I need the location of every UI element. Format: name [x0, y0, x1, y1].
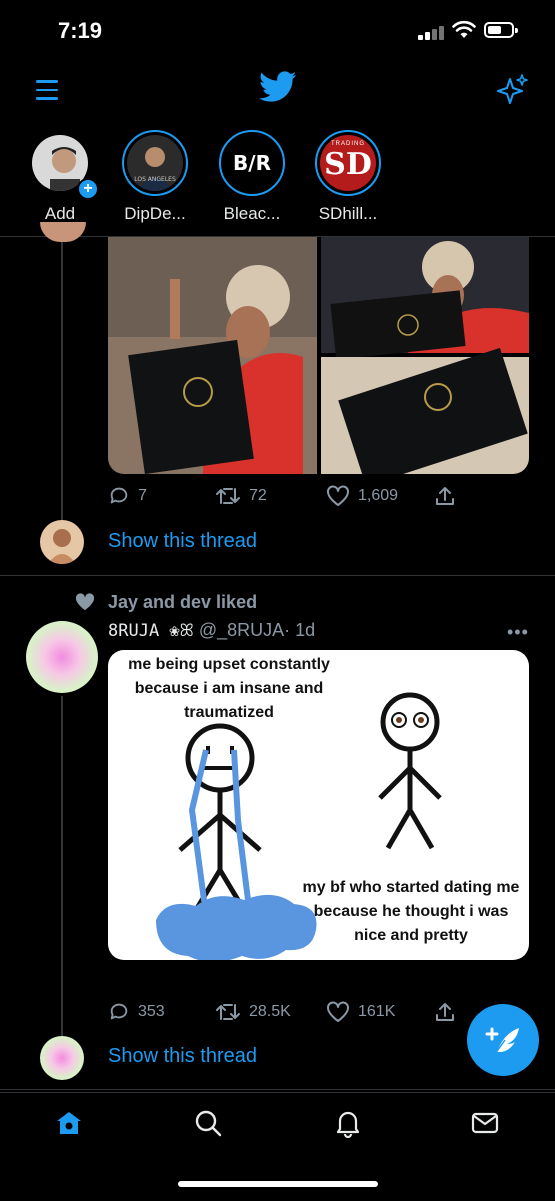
- reply-icon: [110, 487, 128, 504]
- retweet-icon: [216, 1004, 240, 1020]
- social-context: Jay and dev liked: [108, 592, 258, 612]
- avatar: TRADING SD: [320, 135, 376, 191]
- signal-icon: [418, 24, 444, 40]
- tweet-header: 8RUJA ❀ꕤ @_8RUJA· 1d: [108, 620, 315, 641]
- avatar: LOS ANGELES: [127, 135, 183, 191]
- like-button[interactable]: 1,609: [326, 485, 398, 507]
- avatar: [40, 520, 84, 564]
- handle[interactable]: @_8RUJA: [199, 620, 284, 640]
- retweet-button[interactable]: 28.5K: [215, 1001, 291, 1023]
- fleet-dipde[interactable]: LOS ANGELES DipDe...: [120, 130, 190, 224]
- heart-icon: [327, 1001, 349, 1022]
- home-indicator: [178, 1181, 378, 1187]
- fleet-label: Add: [44, 204, 76, 223]
- sparkle-icon[interactable]: [497, 73, 529, 105]
- tweet-photo-grid[interactable]: [108, 237, 529, 474]
- avatar: [40, 222, 86, 242]
- sd-logo: SD: [324, 147, 372, 182]
- heart-icon: [75, 593, 95, 611]
- twitter-bird-icon[interactable]: [259, 70, 297, 104]
- retweet-icon: [216, 488, 240, 504]
- timestamp: · 1d: [284, 620, 316, 640]
- tweet-image-meme[interactable]: me being upset constantly because i am i…: [108, 650, 529, 960]
- reply-count: 353: [138, 1003, 165, 1020]
- reply-count: 7: [138, 487, 147, 504]
- status-time: 7:19: [58, 18, 103, 43]
- fleet-bleacher[interactable]: B/R Bleac...: [217, 130, 287, 224]
- avatar[interactable]: [26, 621, 98, 693]
- fleet-sdhill[interactable]: TRADING SD SDhill...: [313, 130, 383, 224]
- reply-button[interactable]: 7: [108, 485, 147, 507]
- search-icon[interactable]: [194, 1109, 222, 1137]
- like-count: 161K: [358, 1003, 396, 1020]
- menu-icon[interactable]: [36, 80, 58, 106]
- display-name[interactable]: 8RUJA ❀ꕤ: [108, 621, 194, 641]
- like-button[interactable]: 161K: [326, 1001, 395, 1023]
- thread-line: [61, 696, 63, 1036]
- divider: [0, 1089, 555, 1090]
- heart-icon: [327, 485, 349, 506]
- fleet-label: SDhill...: [318, 204, 378, 223]
- divider: [0, 575, 555, 576]
- compose-button[interactable]: [467, 1004, 539, 1076]
- avatar: [40, 1036, 84, 1080]
- like-count: 1,609: [358, 487, 399, 504]
- fleet-label: Bleac...: [223, 204, 281, 223]
- meme-drawing: [156, 692, 442, 960]
- more-icon[interactable]: •••: [507, 622, 529, 643]
- reply-button[interactable]: 353: [108, 1001, 165, 1023]
- fleet-add[interactable]: + Add: [25, 130, 99, 224]
- bleacher-logo: B/R: [233, 151, 271, 175]
- home-icon[interactable]: [55, 1109, 83, 1137]
- mail-icon[interactable]: [471, 1111, 499, 1135]
- show-thread-link[interactable]: Show this thread: [108, 530, 257, 553]
- retweet-button[interactable]: 72: [215, 485, 267, 507]
- fleet-label: DipDe...: [124, 204, 186, 223]
- add-fleet-icon[interactable]: +: [77, 178, 99, 200]
- bell-icon[interactable]: [334, 1108, 362, 1138]
- avatar: B/R: [224, 135, 280, 191]
- share-icon[interactable]: [434, 1001, 456, 1023]
- share-icon[interactable]: [434, 485, 456, 507]
- compose-icon: [485, 1027, 519, 1055]
- wifi-icon: [452, 20, 476, 38]
- retweet-count: 28.5K: [249, 1003, 291, 1020]
- battery-icon: [484, 22, 518, 38]
- retweet-count: 72: [249, 487, 267, 504]
- thread-line: [61, 242, 63, 520]
- show-thread-link[interactable]: Show this thread: [108, 1045, 257, 1068]
- svg-text:LOS ANGELES: LOS ANGELES: [134, 176, 176, 183]
- reply-icon: [110, 1003, 128, 1020]
